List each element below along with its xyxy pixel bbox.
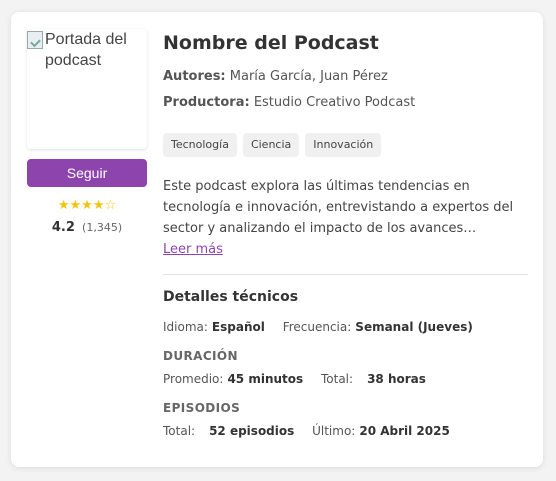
duration-row: Promedio: 45 minutos Total: 38 horas [163,372,426,386]
technical-heading: Detalles técnicos [163,289,299,305]
rating-summary: 4.2 (1,345) [27,220,147,236]
average-value: 45 minutos [227,372,304,386]
follow-button[interactable]: Seguir [27,159,147,187]
frequency-value: Semanal (Jueves) [355,320,473,334]
language-value: Español [211,320,265,334]
producer-label: Productora: [163,95,250,110]
podcast-title: Nombre del Podcast [163,32,379,54]
tag[interactable]: Ciencia [242,133,300,157]
star-empty-icon: ☆ [104,198,117,213]
rating-count: (1,345) [82,221,123,234]
authors-label: Autores: [163,69,226,84]
episodes-total-value: 52 episodios [209,424,295,438]
star-filled-icon: ★ [69,198,82,213]
tag[interactable]: Tecnología [163,133,237,157]
average-label: Promedio: [163,372,224,386]
rating-stars: ★★★★☆ [27,198,147,214]
read-more-link[interactable]: Leer más [163,239,223,260]
tag[interactable]: Innovación [305,133,382,157]
episodes-total-label: Total: [163,424,196,438]
podcast-card: Portada del podcast Seguir ★★★★☆ 4.2 (1,… [11,12,543,467]
star-filled-icon: ★ [57,198,70,213]
podcast-cover: Portada del podcast [27,29,147,149]
authors-value: María García, Juan Pérez [229,69,388,84]
description-text: Este podcast explora las últimas tendenc… [163,179,514,236]
duration-total-value: 38 horas [367,372,426,386]
technical-row: Idioma: Español Frecuencia: Semanal (Jueve… [163,320,473,334]
cover-alt-label: Portada del podcast [45,31,127,69]
star-filled-icon: ★ [92,198,105,213]
language-label: Idioma: [163,320,208,334]
last-episode-label: Último: [312,424,356,438]
cover-alt-text: Portada del podcast [27,29,145,71]
frequency-label: Frecuencia: [282,320,352,334]
description: Este podcast explora las últimas tendenc… [163,176,528,260]
tag-list: Tecnología Ciencia Innovación [163,133,382,157]
episodes-heading: EPISODIOS [163,401,241,415]
duration-total-label: Total: [320,372,354,386]
star-filled-icon: ★ [81,198,93,213]
divider [163,274,528,275]
producer-value: Estudio Creativo Podcast [253,95,416,110]
broken-image-icon [27,31,43,49]
producer-line: Productora: Estudio Creativo Podcast [163,95,415,110]
authors-line: Autores: María García, Juan Pérez [163,69,388,84]
episodes-row: Total: 52 episodios Último: 20 Abril 2025 [163,424,450,438]
last-episode-value: 20 Abril 2025 [359,424,450,438]
rating-value: 4.2 [51,220,75,235]
duration-heading: DURACIÓN [163,349,238,363]
